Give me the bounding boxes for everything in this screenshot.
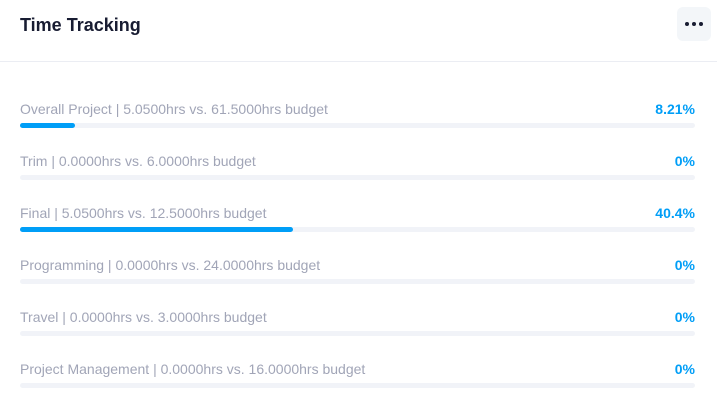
- progress-track: [20, 383, 695, 388]
- progress-row-trim: Trim | 0.0000hrs vs. 6.0000hrs budget 0%: [20, 152, 695, 192]
- row-percent: 40.4%: [655, 205, 695, 221]
- row-label: Trim | 0.0000hrs vs. 6.0000hrs budget: [20, 153, 256, 169]
- progress-row-overall-project: Overall Project | 5.0500hrs vs. 61.5000h…: [20, 100, 695, 140]
- card-header: Time Tracking: [0, 0, 717, 62]
- row-percent: 8.21%: [655, 101, 695, 117]
- progress-row-project-management: Project Management | 0.0000hrs vs. 16.00…: [20, 360, 695, 400]
- progress-track: [20, 123, 695, 128]
- progress-fill: [20, 227, 293, 232]
- card-title: Time Tracking: [20, 15, 141, 35]
- more-horizontal-icon: [685, 22, 703, 26]
- progress-track: [20, 175, 695, 180]
- row-percent: 0%: [674, 361, 695, 377]
- time-tracking-card: Time Tracking Overall Project | 5.0500hr…: [0, 0, 717, 408]
- row-label: Project Management | 0.0000hrs vs. 16.00…: [20, 361, 366, 377]
- progress-row-final: Final | 5.0500hrs vs. 12.5000hrs budget …: [20, 204, 695, 244]
- row-label: Final | 5.0500hrs vs. 12.5000hrs budget: [20, 205, 267, 221]
- row-percent: 0%: [674, 257, 695, 273]
- progress-track: [20, 331, 695, 336]
- progress-row-travel: Travel | 0.0000hrs vs. 3.0000hrs budget …: [20, 308, 695, 348]
- progress-fill: [20, 123, 76, 128]
- row-label: Travel | 0.0000hrs vs. 3.0000hrs budget: [20, 309, 267, 325]
- progress-track: [20, 279, 695, 284]
- card-menu-button[interactable]: [677, 7, 711, 41]
- row-percent: 0%: [674, 153, 695, 169]
- row-label: Overall Project | 5.0500hrs vs. 61.5000h…: [20, 101, 328, 117]
- row-percent: 0%: [674, 309, 695, 325]
- progress-row-programming: Programming | 0.0000hrs vs. 24.0000hrs b…: [20, 256, 695, 296]
- progress-track: [20, 227, 695, 232]
- row-label: Programming | 0.0000hrs vs. 24.0000hrs b…: [20, 257, 321, 273]
